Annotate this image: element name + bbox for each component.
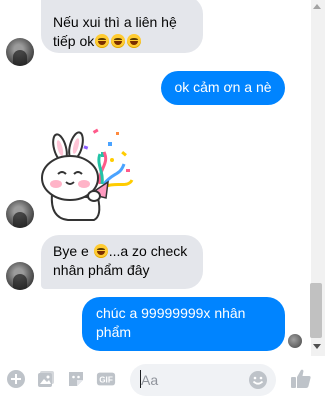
- contact-avatar[interactable]: [6, 200, 34, 228]
- scroll-down-arrow[interactable]: [313, 344, 321, 349]
- sticker-icon[interactable]: [66, 369, 86, 389]
- outgoing-message: ok cảm ơn a nè: [161, 71, 285, 105]
- contact-avatar[interactable]: [6, 262, 34, 290]
- message-text-line1: Bye e ...a zo check: [53, 242, 191, 261]
- incoming-message: Bye e ...a zo check nhân phẩm đây: [41, 235, 203, 289]
- message-text: phẩm: [96, 324, 132, 340]
- message-text: Bye e: [53, 243, 93, 259]
- grinning-face-emoji: [127, 34, 142, 48]
- grinning-face-emoji: [93, 244, 108, 258]
- message-text: chúc a 99999999x nhân: [96, 305, 246, 321]
- message-text-line2: tiếp ok: [53, 32, 142, 51]
- contact-avatar[interactable]: [6, 38, 34, 66]
- incoming-message: Nếu xui thì a liên hệ tiếp ok: [41, 0, 203, 53]
- seen-receipt-avatar: [288, 334, 302, 348]
- message-input[interactable]: Aa: [130, 364, 276, 396]
- grinning-face-emoji: [95, 34, 110, 48]
- scrollbar-thumb[interactable]: [310, 283, 322, 338]
- bunny-sticker-art: [41, 128, 134, 221]
- message-text: Nếu xui thì a liên hệ: [53, 14, 177, 30]
- smiley-icon[interactable]: [248, 370, 268, 390]
- scroll-up-arrow[interactable]: [313, 4, 321, 9]
- grinning-face-emoji: [111, 34, 126, 48]
- message-text: ...a zo check: [108, 243, 188, 259]
- input-placeholder: Aa: [141, 372, 159, 388]
- bunny-party-popper-sticker[interactable]: [38, 124, 138, 222]
- svg-text:GIF: GIF: [99, 376, 113, 385]
- gif-icon[interactable]: GIF: [96, 369, 116, 389]
- thumbs-up-icon[interactable]: [289, 367, 313, 391]
- outgoing-message: chúc a 99999999x nhân phẩm: [82, 297, 285, 351]
- message-text: nhân phẩm đây: [53, 262, 150, 278]
- message-text: tiếp ok: [53, 33, 95, 49]
- photo-icon[interactable]: [36, 369, 56, 389]
- message-text: ok cảm ơn a nè: [174, 79, 272, 95]
- plus-icon[interactable]: [6, 369, 26, 389]
- message-thread: Nếu xui thì a liên hệ tiếp ok ok cảm ơn …: [0, 0, 311, 356]
